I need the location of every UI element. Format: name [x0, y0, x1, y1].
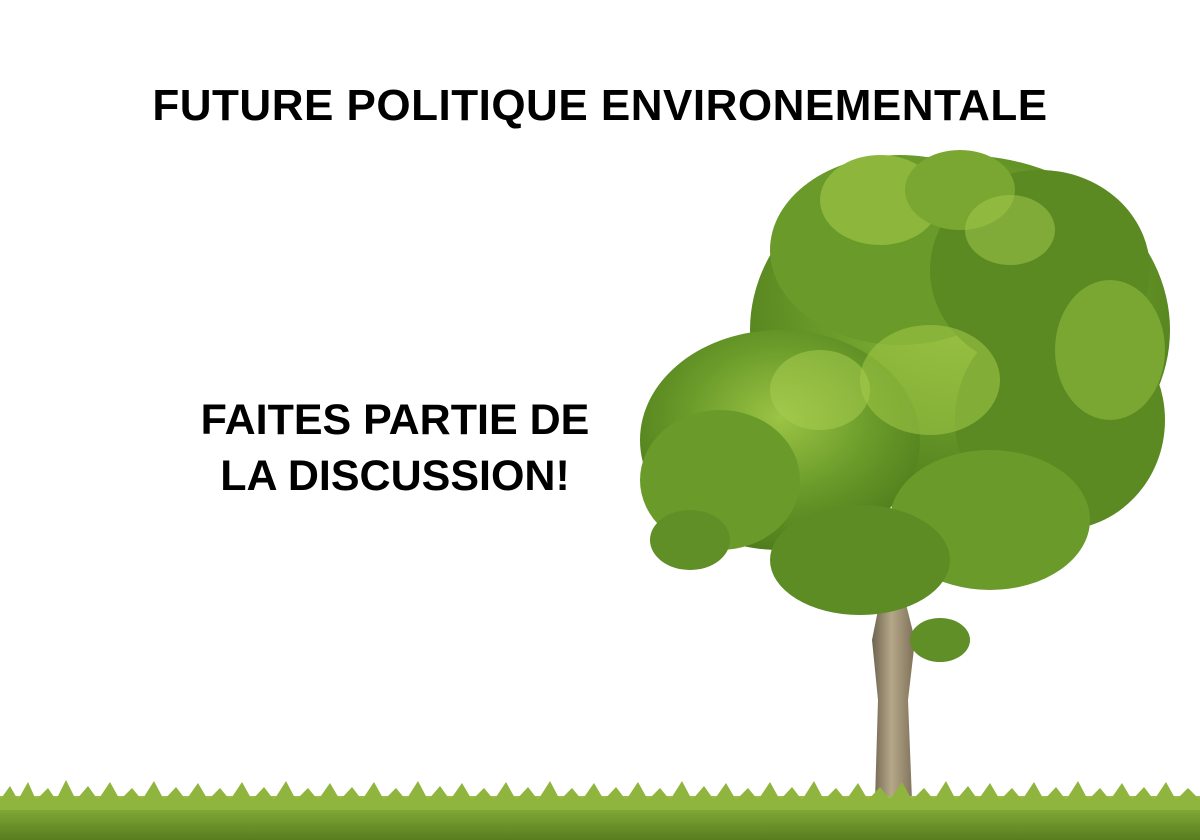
grass-strip	[0, 780, 1200, 840]
call-to-action-line-2: LA DISCUSSION!	[220, 452, 570, 500]
tree-icon	[640, 150, 1170, 800]
call-to-action-line-1: FAITES PARTIE DE	[200, 396, 590, 444]
poster-title: FUTURE POLITIQUE ENVIRONEMENTALE	[152, 81, 1048, 130]
tree-foliage	[640, 150, 1170, 662]
call-to-action: FAITES PARTIE DE LA DISCUSSION!	[160, 392, 630, 504]
